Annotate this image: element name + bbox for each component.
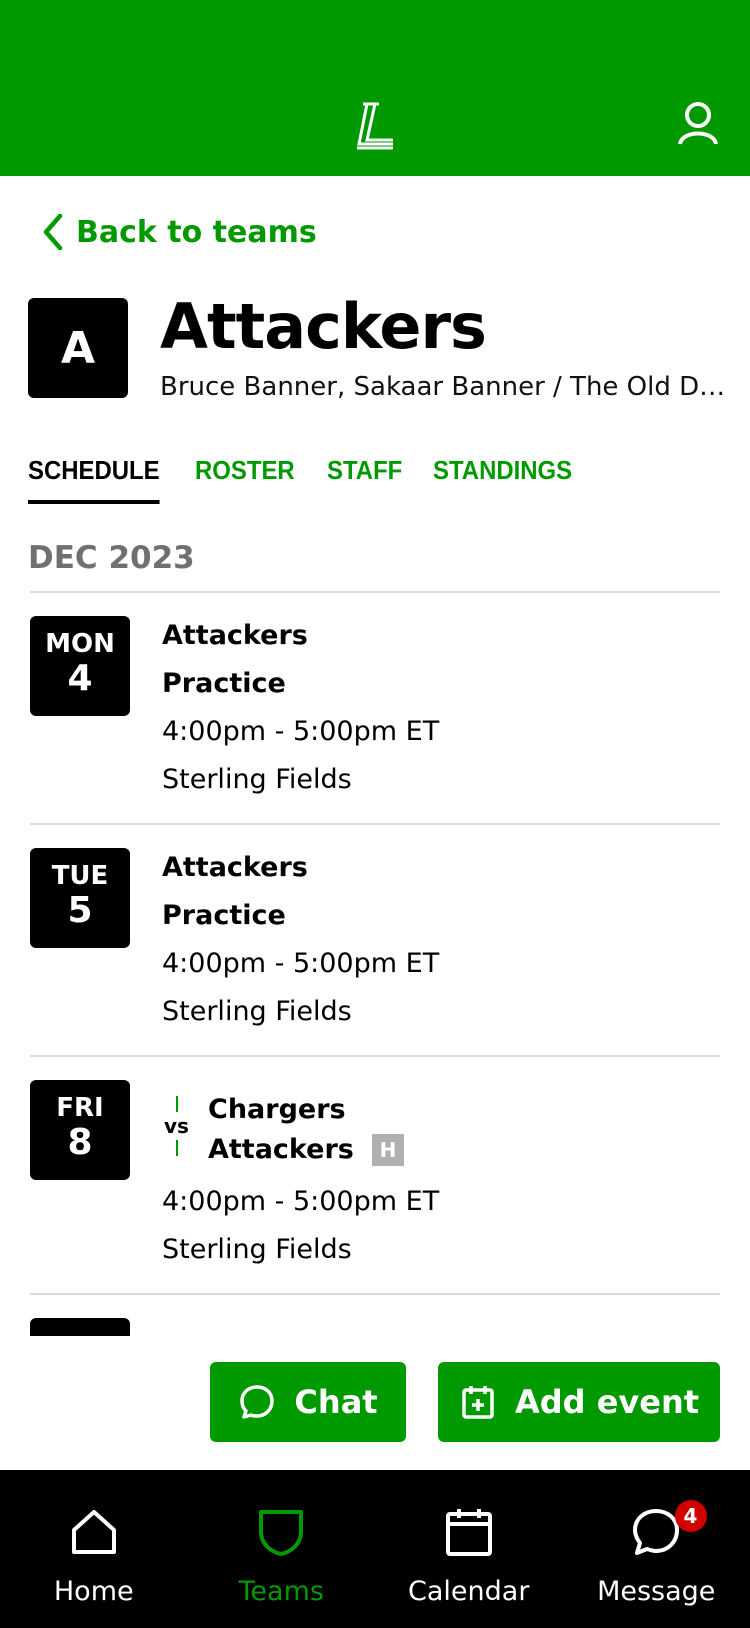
- event-time: 4:00pm - 5:00pm ET: [162, 1186, 440, 1217]
- team-tabs: SCHEDULE ROSTER STAFF STANDINGS: [28, 455, 584, 504]
- event-type: Practice: [162, 900, 286, 931]
- home-team: Attackers: [208, 1134, 354, 1165]
- home-badge: H: [372, 1134, 404, 1166]
- event-date-badge: [30, 1318, 130, 1336]
- vs-divider: [176, 1140, 178, 1156]
- divider: [30, 1293, 720, 1295]
- top-app-bar: [0, 0, 750, 176]
- add-event-label: Add event: [514, 1383, 700, 1421]
- chat-button[interactable]: Chat: [210, 1362, 406, 1442]
- team-avatar: A: [28, 298, 128, 398]
- nav-teams[interactable]: Teams: [188, 1470, 376, 1628]
- nav-home[interactable]: Home: [0, 1470, 188, 1628]
- nav-calendar[interactable]: Calendar: [375, 1470, 563, 1628]
- event-time: 4:00pm - 5:00pm ET: [162, 948, 440, 979]
- team-name: Attackers: [160, 290, 487, 363]
- event-weekday: TUE: [51, 861, 109, 891]
- event-day: 4: [67, 658, 93, 699]
- calendar-add-icon: [462, 1386, 494, 1419]
- nav-label: Calendar: [408, 1576, 530, 1607]
- chevron-left-icon: [43, 213, 63, 251]
- shield-icon: [259, 1510, 304, 1556]
- nav-label: Teams: [238, 1576, 324, 1607]
- month-heading: DEC 2023: [28, 540, 195, 576]
- calendar-icon: [445, 1509, 492, 1556]
- unread-count-badge: 4: [674, 1500, 707, 1532]
- nav-label: Message: [597, 1576, 716, 1607]
- event-date-badge: MON 4: [30, 616, 130, 716]
- vs-divider: [176, 1096, 178, 1112]
- vs-label: vs: [164, 1114, 189, 1138]
- event-day: 5: [67, 890, 93, 931]
- event-location: Sterling Fields: [162, 996, 352, 1027]
- event-day: 8: [67, 1122, 93, 1163]
- event-location: Sterling Fields: [162, 1234, 352, 1265]
- bottom-navigation: Home Teams Calendar 4 Message: [0, 1470, 750, 1628]
- event-item[interactable]: Attackers Practice 4:00pm - 5:00pm ET St…: [162, 844, 439, 1036]
- event-details: 4:00pm - 5:00pm ET Sterling Fields: [162, 1178, 439, 1274]
- add-event-button[interactable]: Add event: [438, 1362, 720, 1442]
- tab-schedule[interactable]: SCHEDULE: [28, 455, 160, 504]
- event-team: Attackers: [162, 852, 308, 883]
- divider: [30, 591, 720, 593]
- away-team: Chargers: [208, 1094, 346, 1125]
- divider: [30, 1055, 720, 1057]
- profile-icon[interactable]: [676, 100, 720, 148]
- league-logo-icon[interactable]: [353, 100, 397, 154]
- event-date-badge: FRI 8: [30, 1080, 130, 1180]
- nav-label: Home: [53, 1576, 134, 1607]
- back-label: Back to teams: [76, 214, 317, 250]
- event-weekday: FRI: [56, 1093, 104, 1123]
- home-icon: [71, 1510, 116, 1554]
- nav-message[interactable]: 4 Message: [563, 1470, 750, 1628]
- event-weekday: MON: [45, 629, 115, 659]
- event-location: Sterling Fields: [162, 764, 352, 795]
- event-type: Practice: [162, 668, 286, 699]
- event-time: 4:00pm - 5:00pm ET: [162, 716, 440, 747]
- chat-label: Chat: [294, 1383, 378, 1421]
- tab-staff[interactable]: STAFF: [327, 455, 402, 504]
- event-team: Attackers: [162, 620, 308, 651]
- back-to-teams-link[interactable]: Back to teams: [40, 210, 317, 254]
- tab-roster[interactable]: ROSTER: [195, 455, 295, 504]
- team-subtitle: Bruce Banner, Sakaar Banner / The Old Do…: [160, 372, 728, 402]
- event-date-badge: TUE 5: [30, 848, 130, 948]
- tab-standings[interactable]: STANDINGS: [433, 455, 572, 504]
- chat-bubble-icon: [240, 1385, 275, 1419]
- divider: [30, 823, 720, 825]
- event-item[interactable]: Attackers Practice 4:00pm - 5:00pm ET St…: [162, 612, 439, 804]
